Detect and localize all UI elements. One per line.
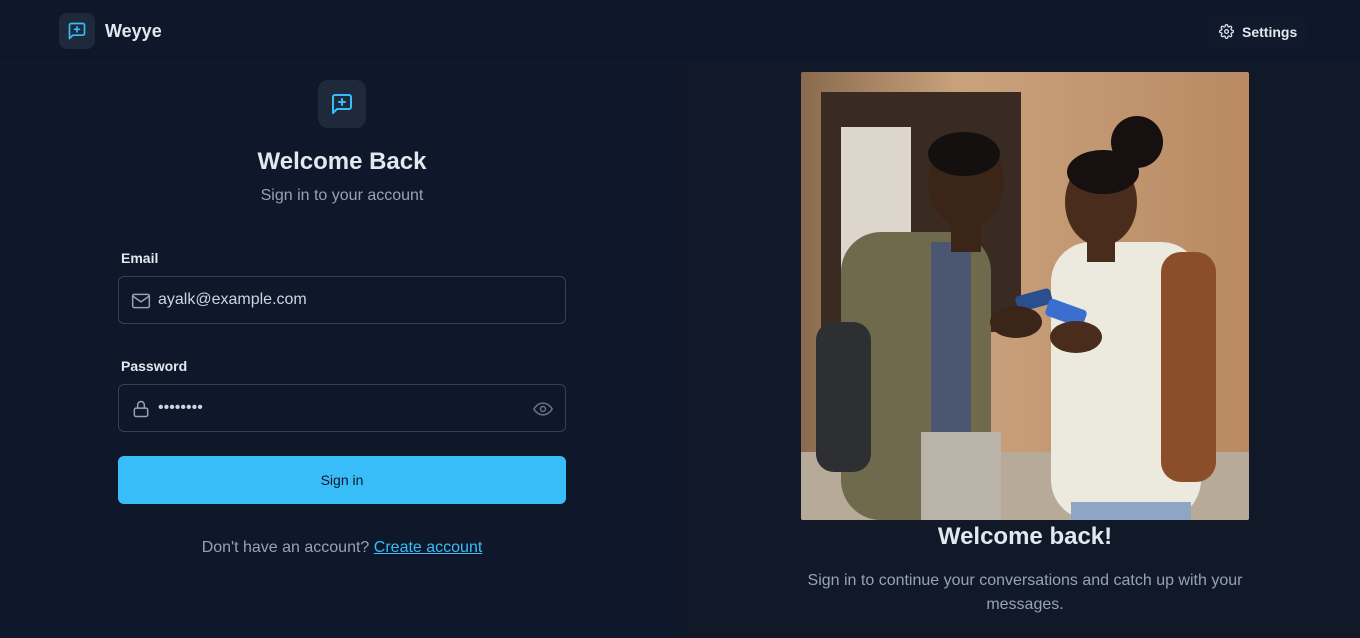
gear-icon xyxy=(1219,24,1234,39)
hero-title: Welcome back! xyxy=(937,523,1113,550)
create-account-link[interactable]: Create account xyxy=(374,539,483,556)
brand-name: Weyye xyxy=(105,21,162,41)
password-input[interactable] xyxy=(158,385,528,431)
top-bar: Weyye Settings xyxy=(0,0,1360,64)
settings-label: Settings xyxy=(1242,23,1298,40)
message-plus-icon xyxy=(68,22,86,40)
hero-photo xyxy=(801,72,1249,520)
hero-text: Sign in to continue your conversations a… xyxy=(807,572,1243,613)
email-input[interactable] xyxy=(158,277,528,323)
eye-icon[interactable] xyxy=(532,398,554,420)
logo[interactable] xyxy=(59,13,95,49)
email-label: Email xyxy=(121,250,159,266)
no-account-text: Don't have an account? xyxy=(201,539,370,556)
mail-icon xyxy=(130,290,152,312)
email-field[interactable] xyxy=(118,276,566,324)
signup-prompt: Don't have an account? Create account xyxy=(118,539,566,557)
password-field[interactable] xyxy=(118,384,566,432)
settings-button[interactable]: Settings xyxy=(1207,16,1306,47)
password-label: Password xyxy=(121,358,188,374)
lock-icon xyxy=(130,398,152,420)
sign-in-button[interactable]: Sign in xyxy=(118,456,566,504)
message-plus-icon xyxy=(332,94,352,114)
form-logo xyxy=(318,80,366,128)
form-subtitle: Sign in to your account xyxy=(260,187,424,204)
form-title: Welcome Back xyxy=(257,148,427,175)
